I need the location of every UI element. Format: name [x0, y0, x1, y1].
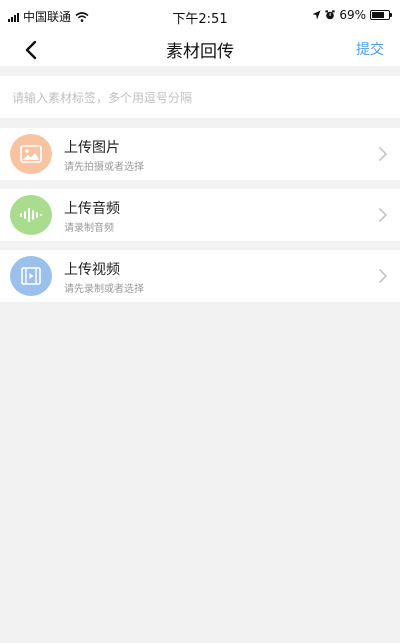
status-bar: 中国联通 下午2:51 69% [0, 0, 400, 30]
audio-wave-icon [20, 208, 42, 222]
upload-audio-title: 上传音频 [64, 201, 120, 217]
upload-image-subtitle: 请先拍摄或者选择 [64, 162, 144, 173]
nav-bar: 素材回传 提交 [0, 30, 400, 66]
upload-video-title: 上传视频 [64, 262, 120, 278]
upload-video-item[interactable]: 上传视频 请先录制或者选择 [0, 250, 400, 302]
location-arrow-icon [312, 10, 321, 20]
upload-image-title: 上传图片 [64, 140, 120, 156]
page-title: 素材回传 [166, 42, 234, 62]
chevron-right-icon [379, 269, 388, 283]
video-icon [21, 267, 41, 285]
tag-input[interactable] [10, 76, 394, 120]
tag-input-row [0, 76, 400, 120]
battery-percent: 69% [339, 8, 366, 22]
alarm-clock-icon [325, 10, 335, 20]
image-icon [20, 145, 42, 163]
battery-icon [370, 10, 392, 20]
video-icon-circle [10, 256, 52, 296]
status-right: 69% [312, 8, 392, 22]
upload-audio-item[interactable]: 上传音频 请录制音频 [0, 189, 400, 241]
upload-video-subtitle: 请先录制或者选择 [64, 284, 144, 295]
audio-icon-circle [10, 195, 52, 235]
chevron-right-icon [379, 147, 388, 161]
submit-button[interactable]: 提交 [356, 39, 384, 59]
upload-audio-subtitle: 请录制音频 [64, 223, 114, 234]
chevron-right-icon [379, 208, 388, 222]
image-icon-circle [10, 134, 52, 174]
battery-level [372, 12, 385, 18]
upload-image-item[interactable]: 上传图片 请先拍摄或者选择 [0, 128, 400, 180]
